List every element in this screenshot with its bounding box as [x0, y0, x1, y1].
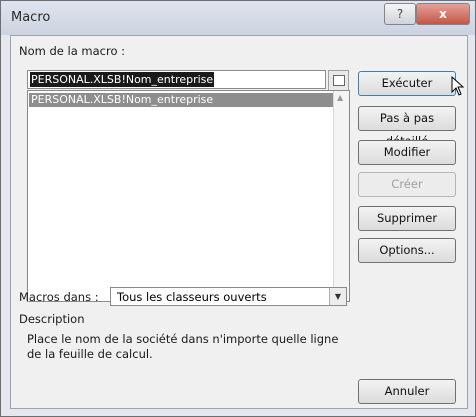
macros-in-label: Macros dans :: [19, 290, 99, 304]
delete-button[interactable]: Supprimer: [358, 206, 456, 231]
macros-in-value: Tous les classeurs ouverts: [117, 290, 267, 304]
description-label: Description: [19, 312, 85, 326]
description-text: Place le nom de la société dans n'import…: [27, 332, 339, 361]
dialog-title: Macro: [11, 10, 51, 25]
macro-name-input[interactable]: PERSONAL.XLSB!Nom_entreprise: [27, 70, 326, 89]
cancel-button[interactable]: Annuler: [358, 379, 456, 404]
macro-list[interactable]: PERSONAL.XLSB!Nom_entreprise ▲ ▼: [27, 90, 350, 302]
macro-dialog: Macro ? x Nom de la macro : PERSONAL.XLS…: [0, 0, 476, 417]
list-scrollbar[interactable]: ▲ ▼: [333, 91, 349, 301]
help-button[interactable]: ?: [384, 3, 416, 25]
run-button[interactable]: Exécuter: [358, 71, 456, 96]
collapse-dialog-icon[interactable]: [328, 70, 349, 91]
step-into-button[interactable]: Pas à pas détaillé: [358, 106, 456, 148]
macro-name-value: PERSONAL.XLSB!Nom_entreprise: [30, 72, 215, 87]
scroll-up-icon[interactable]: ▲: [337, 93, 343, 102]
title-bar: Macro ? x: [1, 1, 475, 35]
close-button[interactable]: x: [416, 3, 470, 25]
edit-button[interactable]: Modifier: [358, 140, 456, 165]
macro-name-label: Nom de la macro :: [19, 44, 126, 58]
list-item[interactable]: PERSONAL.XLSB!Nom_entreprise: [29, 93, 333, 107]
mouse-cursor-icon: [451, 76, 465, 96]
chevron-down-icon[interactable]: ▼: [329, 288, 346, 305]
dialog-body: Nom de la macro : PERSONAL.XLSB!Nom_entr…: [10, 35, 468, 409]
options-button[interactable]: Options...: [358, 238, 456, 263]
macros-in-select[interactable]: Tous les classeurs ouverts ▼: [110, 287, 347, 306]
create-button: Créer: [358, 172, 456, 197]
